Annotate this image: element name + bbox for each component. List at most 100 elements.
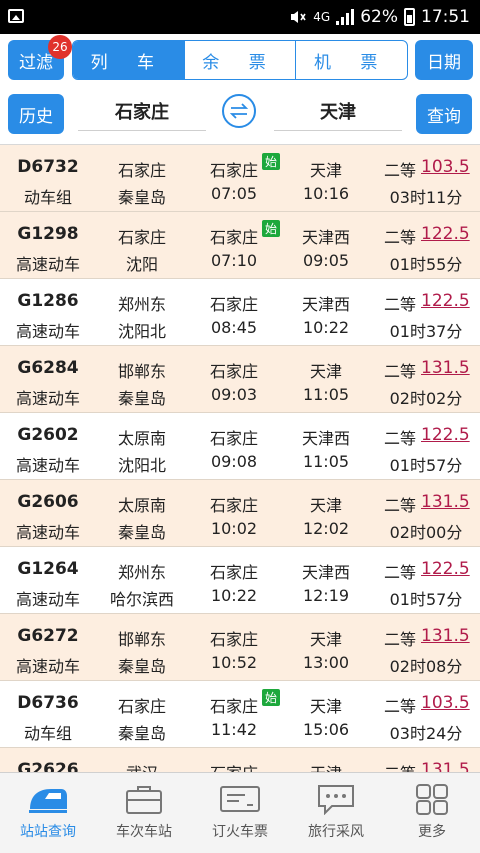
train-number: G6272 [17, 626, 79, 646]
arrival-station: 天津西 [301, 429, 350, 448]
seat-class: 二等 [384, 563, 417, 582]
train-row[interactable]: G2602 高速动车 太原南 沈阳北 石家庄 09:08 天津西 11:05 二等 122.5 01… [0, 413, 480, 480]
tab-label: 订火车票 [212, 824, 268, 840]
travel-duration: 02时08分 [389, 657, 463, 676]
arrival-time: 10:22 [302, 318, 350, 337]
train-row[interactable]: D6732 动车组 石家庄 秦皇岛 石家庄 07:05 天津 10:16 二等 103.5 03时1… [0, 145, 480, 212]
tab-flights[interactable]: 机 票 [295, 41, 407, 79]
seat-class: 二等 [384, 697, 417, 716]
departure-time: 10:02 [210, 519, 258, 538]
tab-label: 更多 [418, 824, 446, 840]
travel-duration: 03时24分 [389, 724, 463, 743]
arrival-station: 天津西 [301, 563, 350, 582]
ticket-price[interactable]: 122.5 [421, 291, 470, 311]
train-type: 高速动车 [15, 255, 80, 274]
arrival-time: 11:05 [302, 385, 350, 404]
departure-time: 07:05 [210, 184, 258, 203]
ticket-price[interactable]: 131.5 [421, 626, 470, 646]
ticket-price[interactable]: 103.5 [421, 157, 470, 177]
origin-station-tag: 始 [262, 220, 280, 237]
train-number: D6732 [17, 157, 79, 177]
ticket-price[interactable]: 131.5 [421, 492, 470, 512]
tab-label: 站站查询 [20, 824, 76, 840]
ticket-price[interactable]: 103.5 [421, 693, 470, 713]
departure-time: 09:08 [210, 452, 258, 471]
history-button[interactable]: 历史 [8, 94, 64, 134]
origin-station-tag: 始 [262, 689, 280, 706]
travel-duration: 02时02分 [389, 389, 463, 408]
filter-button[interactable]: 过滤 26 [8, 35, 72, 80]
train-row[interactable]: G2606 高速动车 太原南 秦皇岛 石家庄 10:02 天津 12:02 二等 131.5 02时… [0, 480, 480, 547]
start-station: 太原南 [117, 429, 166, 448]
tab-label: 旅行采风 [308, 824, 364, 840]
battery-percent: 62% [360, 7, 398, 27]
arrival-time: 09:05 [302, 251, 350, 270]
departure-time: 09:03 [210, 385, 258, 404]
query-button[interactable]: 查询 [416, 94, 472, 134]
swap-stations-button[interactable] [222, 94, 256, 128]
train-icon [29, 789, 67, 813]
train-number: G1298 [17, 224, 79, 244]
arrival-time: 15:06 [302, 720, 350, 739]
origin-station-tag: 始 [262, 153, 280, 170]
departure-time: 10:22 [210, 586, 258, 605]
train-number: G6284 [17, 358, 79, 378]
signal-icon [336, 9, 355, 25]
travel-duration: 01时55分 [389, 255, 463, 274]
ticket-price[interactable]: 131.5 [421, 358, 470, 378]
arrival-station: 天津西 [301, 228, 350, 247]
date-button[interactable]: 日期 [415, 40, 473, 80]
arrival-station: 天津西 [301, 295, 350, 314]
train-row[interactable]: D6736 动车组 石家庄 秦皇岛 石家庄 11:42 天津 15:06 二等 103.5 03时2… [0, 681, 480, 748]
chat-icon [318, 785, 354, 815]
tab-book-tickets[interactable]: 订火车票 [192, 773, 288, 853]
train-row[interactable]: G6272 高速动车 邯郸东 秦皇岛 石家庄 10:52 天津 13:00 二等 131.5 02时… [0, 614, 480, 681]
briefcase-icon [126, 786, 162, 814]
tab-travel[interactable]: 旅行采风 [288, 773, 384, 853]
top-nav: 过滤 26 列 车 余 票 机 票 日期 [0, 34, 480, 86]
end-station: 秦皇岛 [117, 724, 166, 743]
filter-count-badge: 26 [48, 35, 72, 59]
ticket-price[interactable]: 122.5 [421, 224, 470, 244]
ticket-price[interactable]: 122.5 [421, 425, 470, 445]
bottom-tab-bar: 站站查询 车次车站 订火车票 旅行采风 更多 [0, 772, 480, 853]
travel-duration: 01时37分 [389, 322, 463, 341]
battery-icon [404, 8, 415, 26]
to-station-field[interactable]: 天津 [274, 96, 402, 131]
train-type: 高速动车 [15, 456, 80, 475]
train-type: 高速动车 [15, 590, 80, 609]
train-list: D6732 动车组 石家庄 秦皇岛 石家庄 07:05 天津 10:16 二等 103.5 03时1… [0, 144, 480, 774]
from-station-field[interactable]: 石家庄 [78, 96, 206, 131]
tab-remaining-tickets[interactable]: 余 票 [183, 41, 296, 79]
grid-icon [416, 784, 448, 815]
end-station: 秦皇岛 [117, 389, 166, 408]
start-station: 石家庄 [117, 697, 166, 716]
tab-train-station[interactable]: 车次车站 [96, 773, 192, 853]
arrival-station: 天津 [309, 496, 342, 515]
train-row[interactable]: G1298 高速动车 石家庄 沈阳 石家庄 07:10 天津西 09:05 二等 122.5 01时… [0, 212, 480, 279]
travel-duration: 02时00分 [389, 523, 463, 542]
start-station: 郑州东 [117, 295, 166, 314]
image-notification-icon [8, 9, 24, 23]
travel-duration: 03时11分 [389, 188, 463, 207]
start-station: 邯郸东 [117, 630, 166, 649]
tab-trains[interactable]: 列 车 [73, 41, 184, 79]
ticket-price[interactable]: 122.5 [421, 559, 470, 579]
tab-station-query[interactable]: 站站查询 [0, 773, 96, 853]
seat-class: 二等 [384, 295, 417, 314]
tab-label: 车次车站 [116, 824, 172, 840]
travel-duration: 01时57分 [389, 456, 463, 475]
mute-icon [289, 7, 307, 27]
train-row[interactable]: G2626 武汉 石家庄 天津 二等 131.5 [0, 748, 480, 774]
departure-station: 石家庄 [209, 563, 258, 582]
seat-class: 二等 [384, 630, 417, 649]
train-row[interactable]: G1286 高速动车 郑州东 沈阳北 石家庄 08:45 天津西 10:22 二等 122.5 01… [0, 279, 480, 346]
train-type: 高速动车 [15, 523, 80, 542]
train-row[interactable]: G6284 高速动车 邯郸东 秦皇岛 石家庄 09:03 天津 11:05 二等 131.5 02时… [0, 346, 480, 413]
departure-station: 石家庄 [209, 362, 258, 381]
tab-more[interactable]: 更多 [384, 773, 480, 853]
mode-segmented-control: 列 车 余 票 机 票 [72, 40, 408, 80]
train-row[interactable]: G1264 高速动车 郑州东 哈尔滨西 石家庄 10:22 天津西 12:19 二等 122.5 0… [0, 547, 480, 614]
departure-time: 08:45 [210, 318, 258, 337]
swap-icon [229, 103, 249, 119]
